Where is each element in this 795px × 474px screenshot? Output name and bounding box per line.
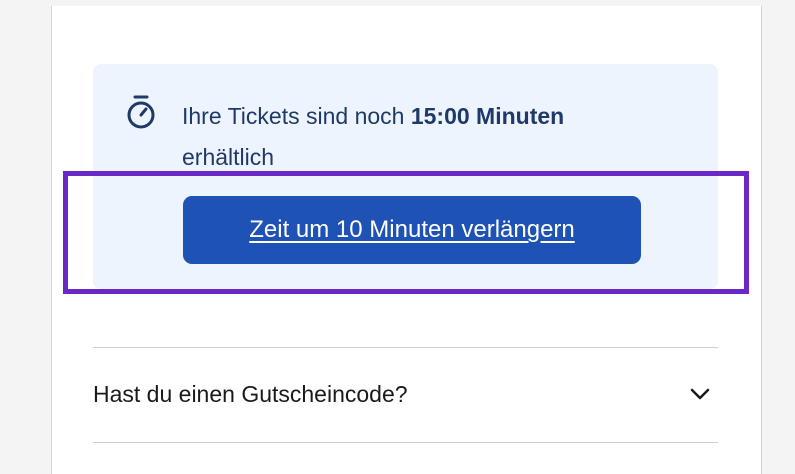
timer-remaining-time: 15:00 Minuten (410, 103, 565, 129)
extend-time-button[interactable]: Zeit um 10 Minuten verlängern (183, 196, 641, 264)
voucher-code-toggle[interactable]: Hast du einen Gutscheincode? (93, 348, 718, 442)
timer-text-prefix: Ihre Tickets sind noch (182, 103, 405, 129)
timer-text-suffix: erhältlich (182, 144, 275, 170)
voucher-code-label: Hast du einen Gutscheincode? (93, 381, 408, 407)
timer-message: Ihre Tickets sind noch 15:00 Minuten erh… (182, 96, 702, 178)
divider (93, 442, 718, 443)
page: Ihre Tickets sind noch 15:00 Minuten erh… (0, 0, 795, 474)
chevron-down-icon[interactable] (689, 384, 711, 404)
stopwatch-icon (127, 95, 155, 129)
